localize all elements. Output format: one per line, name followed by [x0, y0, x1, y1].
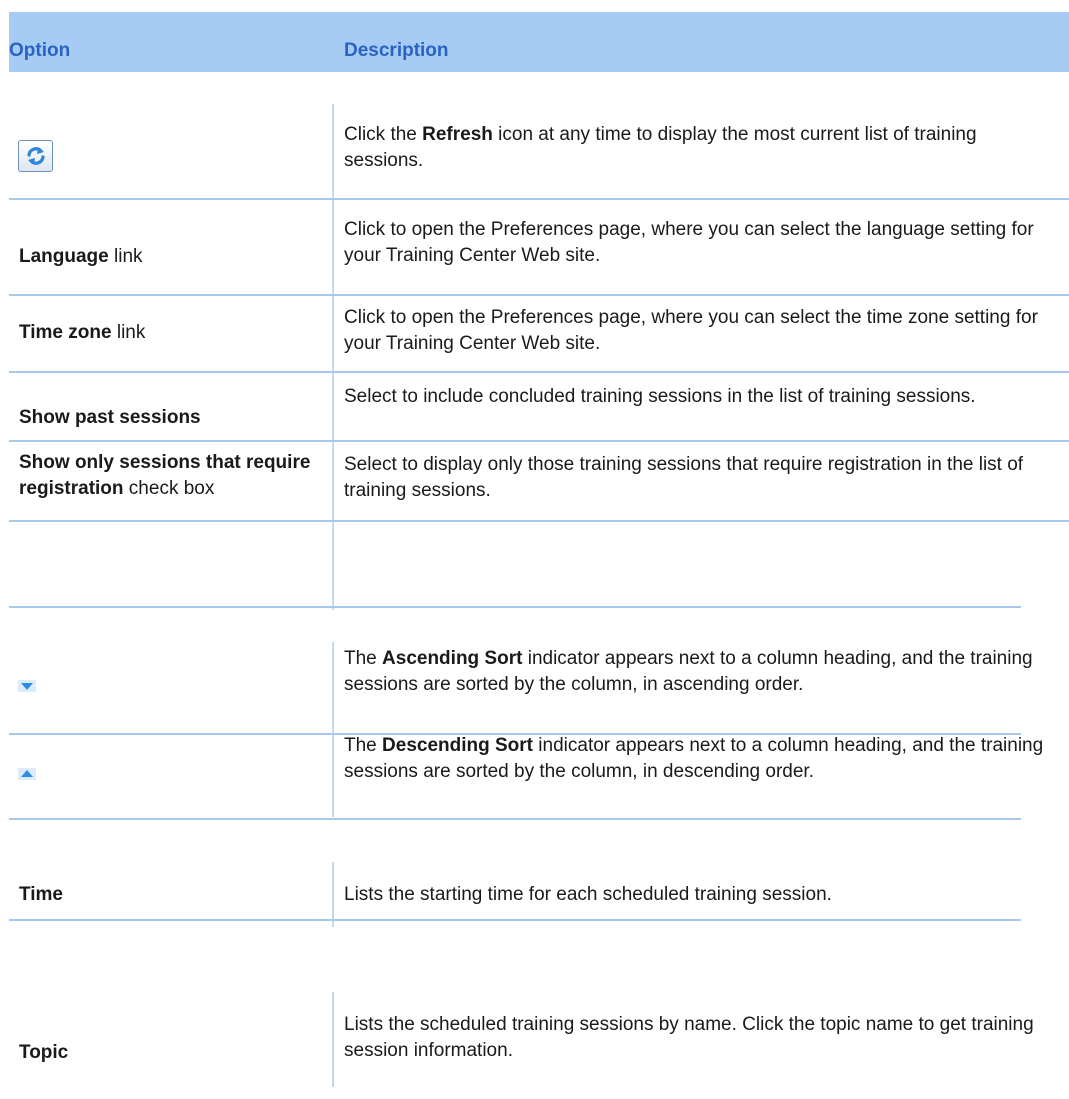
sort-up-icon — [18, 768, 36, 780]
row-divider — [9, 440, 1069, 442]
refresh-icon — [18, 140, 53, 172]
refresh-description: Click the Refresh icon at any time to di… — [344, 124, 977, 172]
header-option: Option — [9, 40, 71, 61]
row-divider — [9, 818, 1021, 820]
table-header — [9, 12, 1069, 72]
time-option: Time — [19, 884, 64, 905]
ascending-sort-description: The Ascending Sort indicator appears nex… — [344, 648, 1033, 696]
language-description: Click to open the Preferences page, wher… — [344, 219, 1034, 267]
column-divider — [332, 642, 334, 817]
topic-description: Lists the scheduled training sessions by… — [344, 1014, 1034, 1062]
show-past-sessions-description: Select to include concluded training ses… — [344, 386, 976, 407]
time-zone-description: Click to open the Preferences page, wher… — [344, 307, 1038, 355]
sort-down-icon — [18, 680, 36, 692]
header-description: Description — [344, 40, 449, 61]
options-table: Option Description Click the Refresh ico… — [0, 0, 1069, 1099]
registration-option: Show only sessions that require registra… — [19, 452, 311, 500]
row-divider — [9, 371, 1069, 373]
show-past-sessions-option: Show past sessions — [19, 407, 201, 428]
row-divider — [9, 294, 1069, 296]
registration-description: Select to display only those training se… — [344, 454, 1024, 502]
column-divider — [332, 992, 334, 1087]
time-description: Lists the starting time for each schedul… — [344, 884, 832, 905]
row-divider — [9, 606, 1021, 608]
row-divider — [9, 520, 1069, 522]
topic-option: Topic — [19, 1042, 69, 1063]
column-divider — [332, 862, 334, 927]
time-zone-option: Time zone link — [19, 322, 146, 343]
row-divider — [9, 919, 1021, 921]
column-divider — [332, 104, 334, 610]
descending-sort-description: The Descending Sort indicator appears ne… — [344, 735, 1044, 783]
language-option: Language link — [19, 246, 143, 267]
row-divider — [9, 198, 1069, 200]
